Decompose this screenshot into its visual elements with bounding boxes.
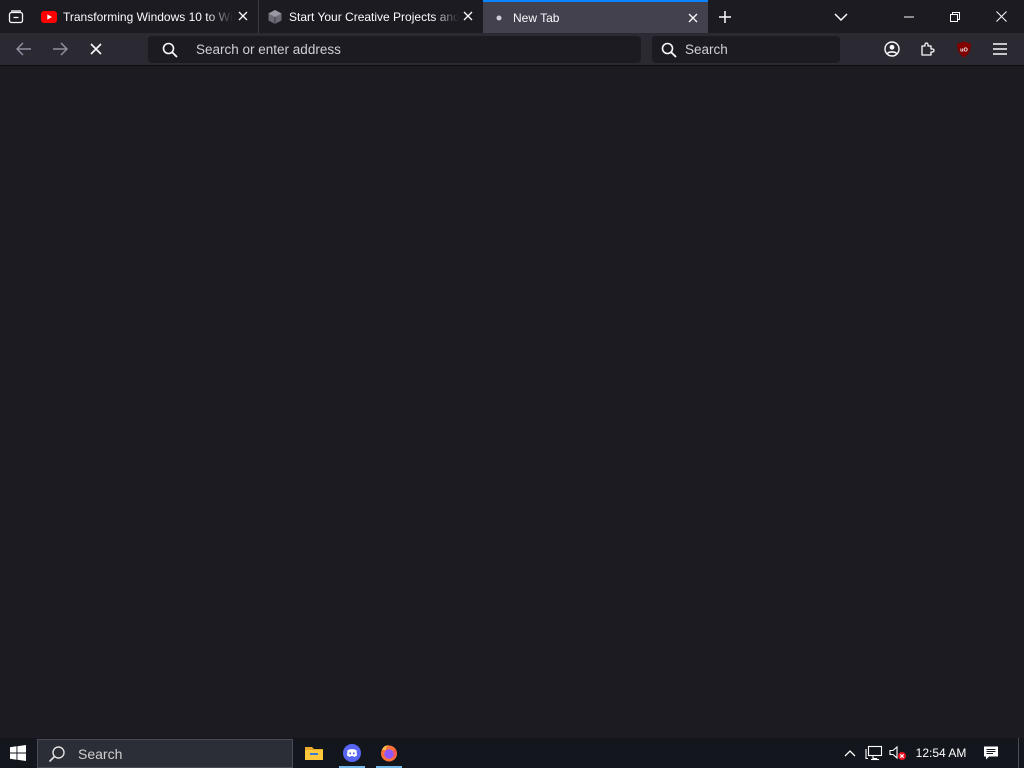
close-icon [995,11,1007,22]
windows-taskbar: 12:54 AM [0,738,1024,768]
tab-title: New Tab [513,10,560,25]
close-window-button[interactable] [978,0,1024,33]
show-hidden-icons-button[interactable] [841,738,859,768]
notification-icon [984,746,998,760]
back-button[interactable] [12,38,36,60]
show-desktop-button[interactable] [1018,738,1024,768]
loading-dot-icon [491,10,507,26]
volume-control[interactable] [888,738,908,768]
restore-icon [950,11,960,22]
network-icon [865,745,883,761]
tab-new-tab[interactable]: New Tab [483,0,708,33]
file-explorer-icon [305,747,323,760]
arrow-right-icon [53,42,68,56]
chevron-down-icon [834,13,848,21]
firefox-icon [381,745,397,762]
ublock-origin-icon: uO [957,41,971,57]
action-center-button[interactable] [980,738,1002,768]
app-menu-button[interactable] [988,38,1012,60]
firefox-view-button[interactable] [5,6,27,28]
minimize-icon [904,16,914,17]
tab-title: Start Your Creative Projects and Unleash [289,9,459,24]
hamburger-menu-icon [993,43,1007,55]
chevron-up-icon [844,750,856,757]
discord-icon [343,744,361,762]
plus-icon [719,11,731,23]
extensions-button[interactable] [916,38,940,60]
start-button[interactable] [0,738,36,768]
search-bar[interactable] [652,36,840,63]
taskbar-clock[interactable]: 12:54 AM [912,738,970,768]
account-icon [884,41,900,57]
search-icon [661,42,677,58]
tab-strip: Transforming Windows 10 to Windows 11 St… [0,0,1024,33]
stop-icon [90,43,102,55]
taskbar-discord[interactable] [337,738,367,768]
tab-title: Transforming Windows 10 to Windows 11 [63,9,233,24]
address-input[interactable] [194,41,618,58]
tab-close-icon[interactable] [461,9,475,23]
cube-icon [267,9,283,25]
restore-button[interactable] [932,0,978,33]
taskbar-search-input[interactable] [76,744,280,763]
tab-close-icon[interactable] [236,9,250,23]
stop-button[interactable] [84,38,108,60]
search-input[interactable] [683,41,837,58]
minimize-button[interactable] [886,0,932,33]
navigation-toolbar: uO [0,33,1024,66]
search-icon [162,42,178,58]
tab-youtube[interactable]: Transforming Windows 10 to Windows 11 [33,0,258,33]
tab-creative-projects[interactable]: Start Your Creative Projects and Unleash [258,0,483,33]
arrow-left-icon [16,42,31,56]
taskbar-firefox[interactable] [374,738,404,768]
firefox-view-icon [8,10,24,24]
list-all-tabs-button[interactable] [831,7,851,27]
tab-close-icon[interactable] [686,11,700,25]
forward-button[interactable] [48,38,72,60]
puzzle-piece-icon [921,42,935,56]
windows-logo-icon [10,745,26,761]
search-icon [48,745,65,762]
extension-badge: uO [960,47,968,53]
youtube-icon [41,9,57,25]
page-content [0,66,1024,738]
ublock-origin-button[interactable]: uO [952,38,976,60]
network-status[interactable] [864,738,884,768]
taskbar-file-explorer[interactable] [299,738,329,768]
address-bar[interactable] [148,36,641,63]
volume-muted-icon [889,745,906,760]
taskbar-search-box[interactable] [37,739,293,768]
new-tab-button[interactable] [715,7,735,27]
account-button[interactable] [880,38,904,60]
